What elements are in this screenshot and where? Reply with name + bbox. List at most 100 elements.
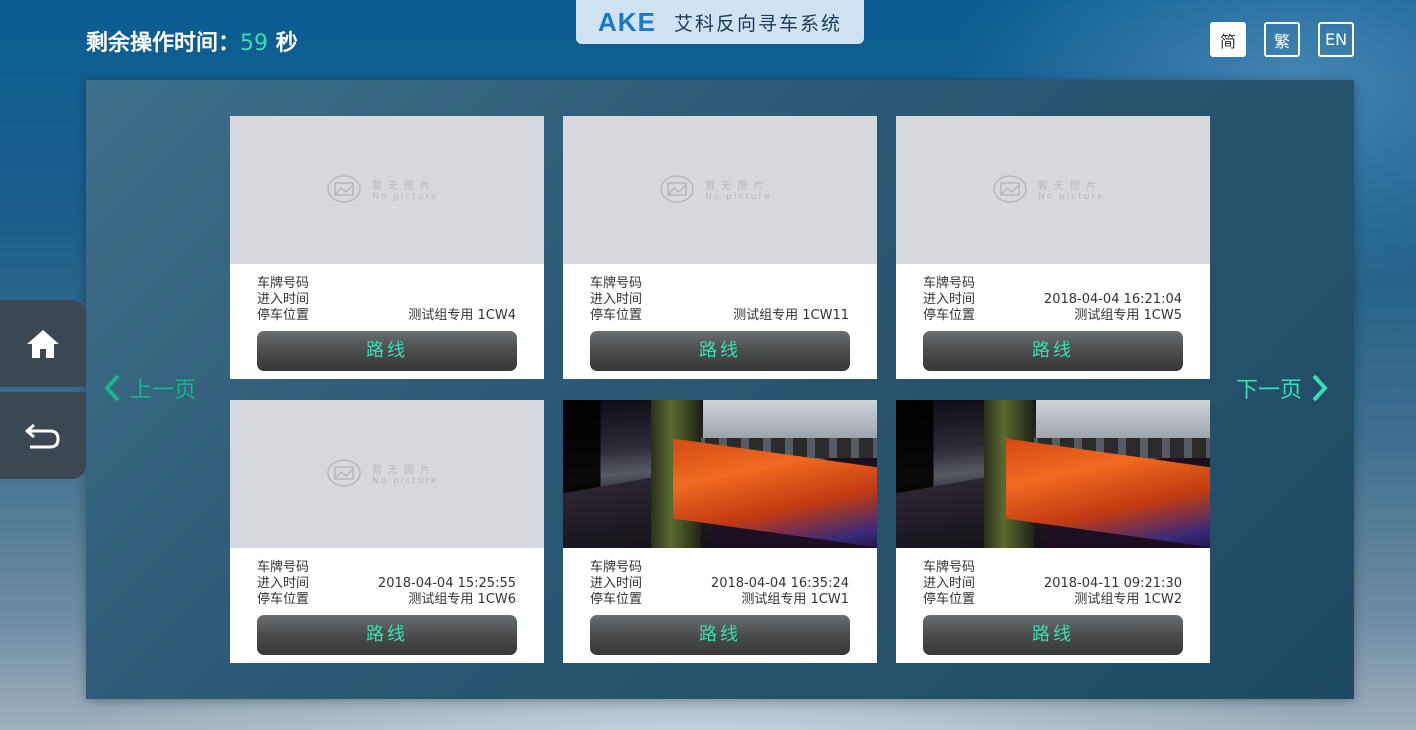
route-button[interactable]: 路线 bbox=[590, 615, 850, 655]
plate-row: 车牌号码 bbox=[923, 276, 1182, 292]
no-picture-icon bbox=[327, 459, 361, 487]
plate-label: 车牌号码 bbox=[590, 276, 643, 291]
location-label: 停车位置 bbox=[590, 308, 643, 323]
next-page-button[interactable]: 下一页 bbox=[1236, 372, 1330, 404]
entry-time-label: 进入时间 bbox=[590, 292, 643, 307]
timer-label: 剩余操作时间： bbox=[86, 31, 241, 56]
lang-traditional-button[interactable]: 繁 bbox=[1264, 22, 1300, 57]
location-row: 停车位置 测试组专用 1CW5 bbox=[923, 308, 1182, 324]
location-value: 测试组专用 1CW1 bbox=[741, 592, 849, 607]
plate-label: 车牌号码 bbox=[590, 560, 643, 575]
entry-time-value: 2018-04-04 16:21:04 bbox=[1043, 292, 1182, 307]
chevron-right-icon bbox=[1312, 374, 1328, 402]
location-label: 停车位置 bbox=[923, 592, 976, 607]
route-button[interactable]: 路线 bbox=[590, 331, 850, 371]
no-picture-text-en: No picture bbox=[372, 191, 439, 202]
route-button[interactable]: 路线 bbox=[257, 615, 517, 655]
location-row: 停车位置 测试组专用 1CW4 bbox=[257, 308, 516, 324]
car-photo: 暂无图片 No picture bbox=[563, 116, 877, 264]
location-row: 停车位置 测试组专用 1CW2 bbox=[923, 592, 1182, 608]
entry-time-row: 进入时间 bbox=[257, 292, 516, 308]
plate-label: 车牌号码 bbox=[923, 276, 976, 291]
back-button[interactable] bbox=[0, 392, 86, 479]
plate-label: 车牌号码 bbox=[257, 276, 310, 291]
countdown-timer: 剩余操作时间：59 秒 bbox=[86, 25, 298, 57]
car-info: 车牌号码 进入时间 2018-04-04 16:35:24 停车位置 测试组专用… bbox=[563, 548, 877, 663]
prev-page-button[interactable]: 上一页 bbox=[102, 372, 196, 404]
entry-time-row: 进入时间 2018-04-04 16:35:24 bbox=[590, 576, 849, 592]
car-card: 车牌号码 进入时间 2018-04-11 09:21:30 停车位置 测试组专用… bbox=[896, 400, 1210, 663]
entry-time-label: 进入时间 bbox=[590, 576, 643, 591]
no-picture-text-cn: 暂无图片 bbox=[1038, 180, 1102, 192]
entry-time-value: 2018-04-04 16:35:24 bbox=[710, 576, 849, 591]
plate-row: 车牌号码 bbox=[257, 560, 516, 576]
entry-time-label: 进入时间 bbox=[257, 576, 310, 591]
car-info: 车牌号码 进入时间 停车位置 测试组专用 1CW11 路线 bbox=[563, 264, 877, 379]
no-picture-placeholder: 暂无图片 No picture bbox=[992, 174, 1105, 204]
timer-value: 59 bbox=[240, 31, 269, 56]
location-value: 测试组专用 1CW4 bbox=[408, 308, 516, 323]
no-picture-placeholder: 暂无图片 No picture bbox=[326, 458, 439, 488]
car-photo bbox=[896, 400, 1210, 548]
car-info: 车牌号码 进入时间 停车位置 测试组专用 1CW4 路线 bbox=[230, 264, 544, 379]
location-value: 测试组专用 1CW11 bbox=[733, 308, 849, 323]
home-icon bbox=[27, 329, 59, 358]
location-label: 停车位置 bbox=[257, 308, 310, 323]
location-row: 停车位置 测试组专用 1CW6 bbox=[257, 592, 516, 608]
return-icon bbox=[25, 423, 60, 448]
brand-banner: AKE 艾科反向寻车系统 bbox=[576, 0, 864, 44]
location-value: 测试组专用 1CW5 bbox=[1074, 308, 1182, 323]
no-picture-text-cn: 暂无图片 bbox=[372, 464, 436, 476]
route-button[interactable]: 路线 bbox=[923, 331, 1183, 371]
entry-time-row: 进入时间 2018-04-04 15:25:55 bbox=[257, 576, 516, 592]
entry-time-value: 2018-04-11 09:21:30 bbox=[1043, 576, 1182, 591]
home-button[interactable] bbox=[0, 300, 86, 387]
car-photo bbox=[563, 400, 877, 548]
no-picture-placeholder: 暂无图片 No picture bbox=[326, 174, 439, 204]
no-picture-text-cn: 暂无图片 bbox=[705, 180, 769, 192]
location-value: 测试组专用 1CW6 bbox=[408, 592, 516, 607]
car-card: 暂无图片 No picture 车牌号码 进入时间 2018-04-04 15:… bbox=[230, 400, 544, 663]
entry-time-row: 进入时间 2018-04-11 09:21:30 bbox=[923, 576, 1182, 592]
route-button[interactable]: 路线 bbox=[257, 331, 517, 371]
entry-time-label: 进入时间 bbox=[257, 292, 310, 307]
plate-row: 车牌号码 bbox=[590, 560, 849, 576]
no-picture-text-cn: 暂无图片 bbox=[372, 180, 436, 192]
brand-logo: AKE bbox=[598, 6, 656, 37]
car-card: 暂无图片 No picture 车牌号码 进入时间 停车位置 测试组专用 1CW… bbox=[230, 116, 544, 379]
plate-label: 车牌号码 bbox=[257, 560, 310, 575]
car-photo: 暂无图片 No picture bbox=[230, 116, 544, 264]
location-label: 停车位置 bbox=[590, 592, 643, 607]
car-photo: 暂无图片 No picture bbox=[230, 400, 544, 548]
timer-unit: 秒 bbox=[275, 31, 298, 56]
car-card: 车牌号码 进入时间 2018-04-04 16:35:24 停车位置 测试组专用… bbox=[563, 400, 877, 663]
location-label: 停车位置 bbox=[257, 592, 310, 607]
plate-label: 车牌号码 bbox=[923, 560, 976, 575]
car-info: 车牌号码 进入时间 2018-04-04 15:25:55 停车位置 测试组专用… bbox=[230, 548, 544, 663]
plate-row: 车牌号码 bbox=[923, 560, 1182, 576]
location-row: 停车位置 测试组专用 1CW11 bbox=[590, 308, 849, 324]
brand-name: 艾科反向寻车系统 bbox=[673, 12, 842, 35]
entry-time-row: 进入时间 bbox=[590, 292, 849, 308]
prev-page-label: 上一页 bbox=[130, 378, 197, 403]
no-picture-text-en: No picture bbox=[1038, 191, 1105, 202]
entry-time-label: 进入时间 bbox=[923, 576, 976, 591]
location-row: 停车位置 测试组专用 1CW1 bbox=[590, 592, 849, 608]
next-page-label: 下一页 bbox=[1236, 378, 1303, 403]
entry-time-row: 进入时间 2018-04-04 16:21:04 bbox=[923, 292, 1182, 308]
entry-time-label: 进入时间 bbox=[923, 292, 976, 307]
location-label: 停车位置 bbox=[923, 308, 976, 323]
car-card: 暂无图片 No picture 车牌号码 进入时间 停车位置 测试组专用 1CW… bbox=[563, 116, 877, 379]
no-picture-icon bbox=[660, 175, 694, 203]
lang-simplified-button[interactable]: 简 bbox=[1210, 22, 1246, 57]
camera-snapshot bbox=[563, 400, 877, 548]
lang-english-button[interactable]: EN bbox=[1318, 22, 1354, 57]
plate-row: 车牌号码 bbox=[590, 276, 849, 292]
entry-time-value: 2018-04-04 15:25:55 bbox=[377, 576, 516, 591]
plate-row: 车牌号码 bbox=[257, 276, 516, 292]
car-photo: 暂无图片 No picture bbox=[896, 116, 1210, 264]
camera-snapshot bbox=[896, 400, 1210, 548]
no-picture-text-en: No picture bbox=[705, 191, 772, 202]
no-picture-icon bbox=[327, 175, 361, 203]
route-button[interactable]: 路线 bbox=[923, 615, 1183, 655]
